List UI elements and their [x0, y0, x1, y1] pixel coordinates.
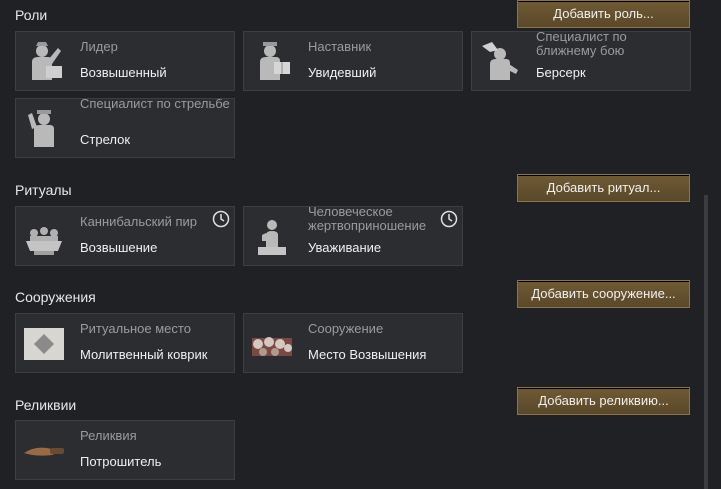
card-label: Наставник [308, 39, 372, 54]
ritual-card-cannibal-feast[interactable]: Каннибальский пир Возвышение [15, 206, 235, 266]
ascension-site-icon [252, 337, 292, 356]
relic-card[interactable]: Реликвия Потрошитель [15, 420, 235, 480]
add-relic-button[interactable]: Добавить реликвию... [517, 387, 690, 415]
card-label: Специалист по ближнему бою [536, 31, 627, 58]
building-card-ascension-site[interactable]: Сооружение Место Возвышения [243, 313, 463, 373]
card-value: Стрелок [80, 132, 131, 147]
clock-icon [440, 210, 458, 228]
relics-section-title: Реликвии [15, 397, 77, 413]
role-card-shooting-specialist[interactable]: Специалист по стрельбе Стрелок [15, 98, 235, 158]
shooting-specialist-icon [28, 110, 54, 147]
prayer-rug-icon [24, 328, 64, 360]
card-value: Увидевший [308, 65, 377, 80]
role-card-melee-specialist[interactable]: Специалист по ближнему бою Берсерк [471, 31, 691, 91]
cannibal-feast-icon [26, 227, 62, 255]
ritual-card-human-sacrifice[interactable]: Человеческое жертвоприношение Уваживание [243, 206, 463, 266]
add-building-button[interactable]: Добавить сооружение... [517, 280, 690, 308]
role-card-leader[interactable]: Лидер Возвышенный [15, 31, 235, 91]
card-value: Берсерк [536, 65, 586, 80]
melee-specialist-icon [482, 42, 518, 80]
scrollbar[interactable] [704, 195, 708, 489]
card-label: Каннибальский пир [80, 214, 198, 229]
roles-section-title: Роли [15, 7, 48, 23]
card-label: Лидер [80, 39, 118, 54]
role-card-mentor[interactable]: Наставник Увидевший [243, 31, 463, 91]
card-value: Место Возвышения [308, 347, 427, 362]
card-value: Возвышенный [80, 65, 167, 80]
card-value: Возвышение [80, 240, 158, 255]
leader-icon [32, 42, 62, 80]
card-value: Потрошитель [80, 454, 162, 469]
card-label: Человеческое жертвоприношение [308, 206, 427, 233]
card-label: Реликвия [80, 428, 137, 443]
human-sacrifice-icon [258, 220, 286, 255]
add-role-button[interactable]: Добавить роль... [517, 0, 690, 28]
card-value: Молитвенный коврик [80, 347, 208, 362]
clock-icon [212, 210, 230, 228]
rituals-section-title: Ритуалы [15, 182, 72, 198]
knife-relic-icon [24, 447, 64, 456]
card-value: Уваживание [308, 240, 382, 255]
building-card-ritual-site[interactable]: Ритуальное место Молитвенный коврик [15, 313, 235, 373]
card-label: Сооружение [308, 321, 384, 336]
card-label: Специалист по стрельбе [80, 98, 230, 111]
card-label: Ритуальное место [80, 321, 191, 336]
buildings-section-title: Сооружения [15, 289, 96, 305]
add-ritual-button[interactable]: Добавить ритуал... [517, 174, 690, 202]
mentor-icon [260, 42, 290, 80]
